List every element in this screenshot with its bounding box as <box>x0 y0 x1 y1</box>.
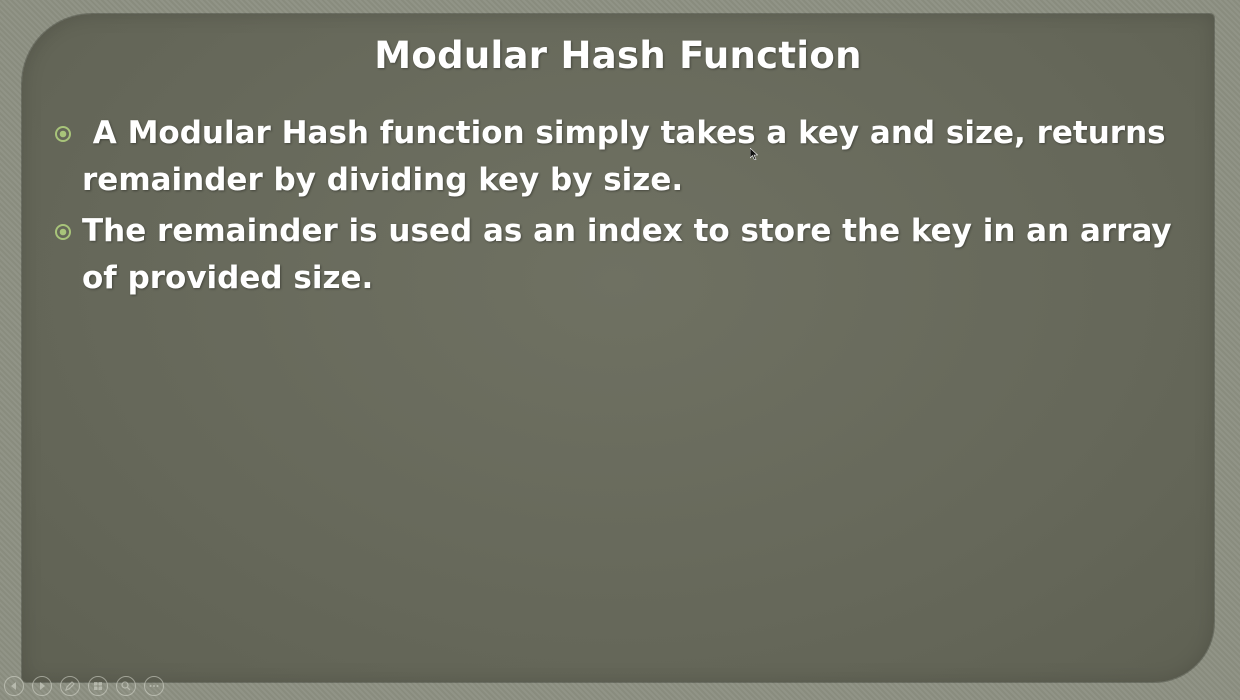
bullet-text: The remainder is used as an index to sto… <box>82 213 1183 296</box>
slides-grid-icon <box>94 682 102 690</box>
previous-icon <box>11 682 16 690</box>
more-icon <box>149 685 159 687</box>
circle-bullet-icon <box>55 224 71 240</box>
bullet-list: A Modular Hash function simply takes a k… <box>52 110 1172 306</box>
zoom-button[interactable] <box>116 676 136 696</box>
circle-bullet-icon <box>55 126 71 142</box>
pen-button[interactable] <box>60 676 80 696</box>
zoom-icon <box>121 681 131 691</box>
next-icon <box>40 682 45 690</box>
presentation-screen: Modular Hash Function A Modular Hash fun… <box>0 0 1240 700</box>
slide: Modular Hash Function A Modular Hash fun… <box>22 14 1214 682</box>
pen-icon <box>65 681 75 691</box>
mouse-cursor-icon <box>750 148 758 160</box>
bullet-text: A Modular Hash function simply takes a k… <box>82 115 1177 198</box>
slide-title: Modular Hash Function <box>374 34 862 77</box>
previous-slide-button[interactable] <box>4 676 24 696</box>
slideshow-controls <box>4 676 164 696</box>
bullet-item: A Modular Hash function simply takes a k… <box>52 110 1172 204</box>
more-options-button[interactable] <box>144 676 164 696</box>
see-all-slides-button[interactable] <box>88 676 108 696</box>
next-slide-button[interactable] <box>32 676 52 696</box>
bullet-item: The remainder is used as an index to sto… <box>52 208 1172 302</box>
